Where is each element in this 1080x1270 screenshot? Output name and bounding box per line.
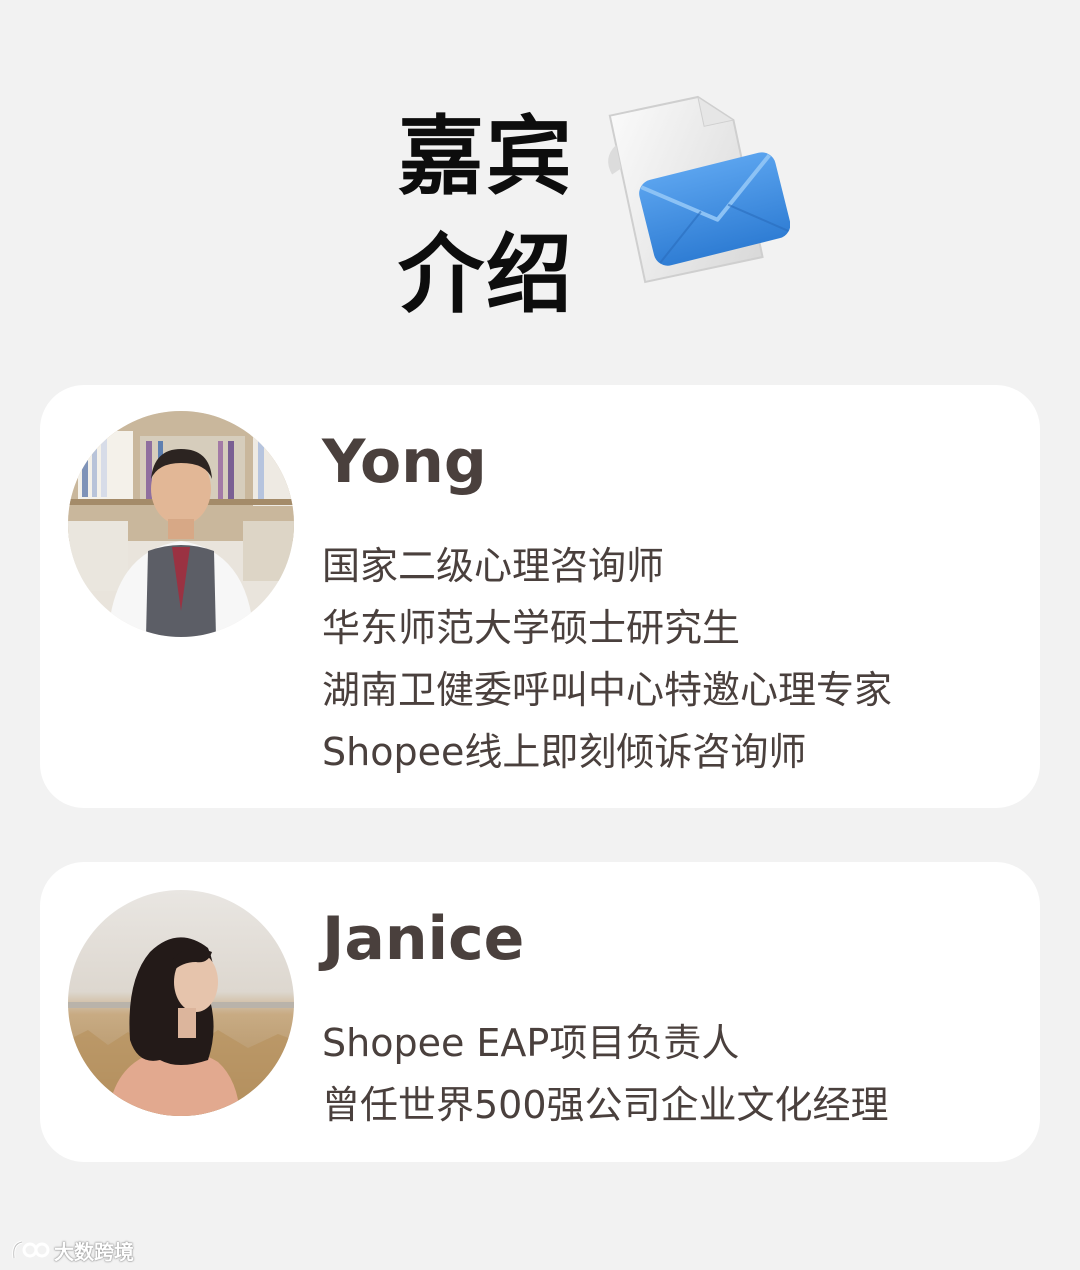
guest-name: Yong [322,427,487,497]
bio-line: Shopee EAP项目负责人 [322,1021,740,1065]
bio-line: 湖南卫健委呼叫中心特邀心理专家 [322,668,893,712]
bio-line: 华东师范大学硕士研究生 [322,606,741,650]
brand-logo-icon [10,1238,50,1262]
guest-card-janice: Janice Shopee EAP项目负责人 曾任世界500强公司企业文化经理 [40,862,1040,1162]
page-title: 嘉宾 介绍 [398,98,598,334]
guest-bio-list: Shopee EAP项目负责人 曾任世界500强公司企业文化经理 [322,1012,889,1136]
bio-line: 曾任世界500强公司企业文化经理 [322,1083,889,1127]
title-line-2: 介绍 [398,225,574,325]
watermark-text: 大数跨境 [54,1239,134,1264]
watermark: 大数跨境 [10,1236,134,1264]
guest-name: Janice [322,904,525,974]
guest-photo-woman [68,890,294,1116]
guest-photo-man [68,411,294,637]
guest-bio-list: 国家二级心理咨询师 华东师范大学硕士研究生 湖南卫健委呼叫中心特邀心理专家 Sh… [322,535,892,783]
guest-card-yong: Yong 国家二级心理咨询师 华东师范大学硕士研究生 湖南卫健委呼叫中心特邀心理… [40,385,1040,808]
title-line-1: 嘉宾 [398,107,574,207]
bio-line: Shopee线上即刻倾诉咨询师 [322,730,807,774]
envelope-document-icon [595,70,791,290]
bio-line: 国家二级心理咨询师 [322,544,665,588]
